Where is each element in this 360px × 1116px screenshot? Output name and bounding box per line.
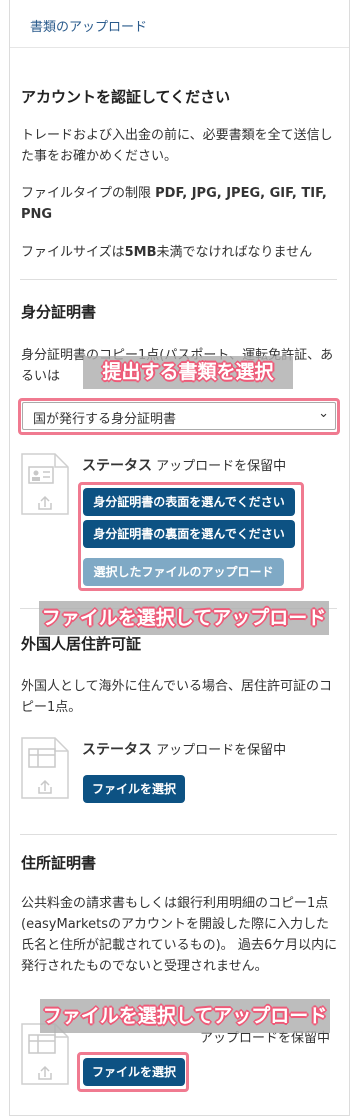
status-label: ステータス (82, 458, 152, 474)
intro-heading: アカウントを認証してください (21, 88, 231, 106)
intro-text: トレードおよび入出金の前に、必要書類を全て送信した事をお確かめください。 (21, 128, 333, 164)
annotation-select-document: 提出する書類を選択 (83, 356, 293, 389)
filetype-prefix: ファイルタイプの制限 (21, 186, 156, 201)
residence-heading: 外国人居住許可証 (21, 635, 142, 653)
identity-status: ステータス アップロードを保留中 (82, 455, 286, 475)
filesize-restriction: ファイルサイズは5MB未満でなければなりません (21, 242, 339, 263)
annotation-label: ファイルを選択してアップロード (42, 1005, 328, 1027)
status-label: ステータス (82, 742, 152, 758)
status-value: アップロードを保留中 (200, 1031, 331, 1046)
divider (20, 279, 337, 280)
highlight-choose-file (77, 1052, 189, 1092)
filesize-value: 5MB (124, 245, 157, 260)
panel-header: 書類のアップロード (10, 0, 349, 48)
residence-text: 外国人として海外に住んでいる場合、居住許可証のコピー1点。 (21, 679, 332, 715)
identity-heading: 身分証明書 (21, 303, 97, 321)
divider (20, 834, 337, 835)
address-text: 公共料金の請求書もしくは銀行利用明細のコピー1点(easyMarketsのアカウ… (21, 896, 338, 974)
document-icon (21, 737, 69, 799)
panel-title: 書類のアップロード (30, 20, 148, 35)
highlight-select (18, 398, 340, 435)
residence-status: ステータス アップロードを保留中 (82, 739, 286, 759)
id-card-document-icon (21, 453, 69, 515)
filesize-prefix: ファイルサイズは (21, 245, 125, 260)
annotation-label: ファイルを選択してアップロード (41, 607, 327, 629)
address-heading: 住所証明書 (21, 854, 97, 872)
annotation-label: 提出する書類を選択 (102, 361, 274, 383)
filetype-restriction: ファイルタイプの制限 PDF, JPG, JPEG, GIF, TIF, PNG (21, 183, 339, 225)
filesize-suffix: 未満でなければなりません (156, 245, 313, 260)
status-value: アップロードを保留中 (156, 743, 287, 758)
highlight-buttons (78, 482, 304, 591)
residence-choose-file-button[interactable]: ファイルを選択 (83, 775, 185, 803)
annotation-select-upload: ファイルを選択してアップロード (39, 601, 329, 635)
annotation-select-upload: ファイルを選択してアップロード (40, 999, 330, 1033)
status-value: アップロードを保留中 (156, 459, 287, 474)
